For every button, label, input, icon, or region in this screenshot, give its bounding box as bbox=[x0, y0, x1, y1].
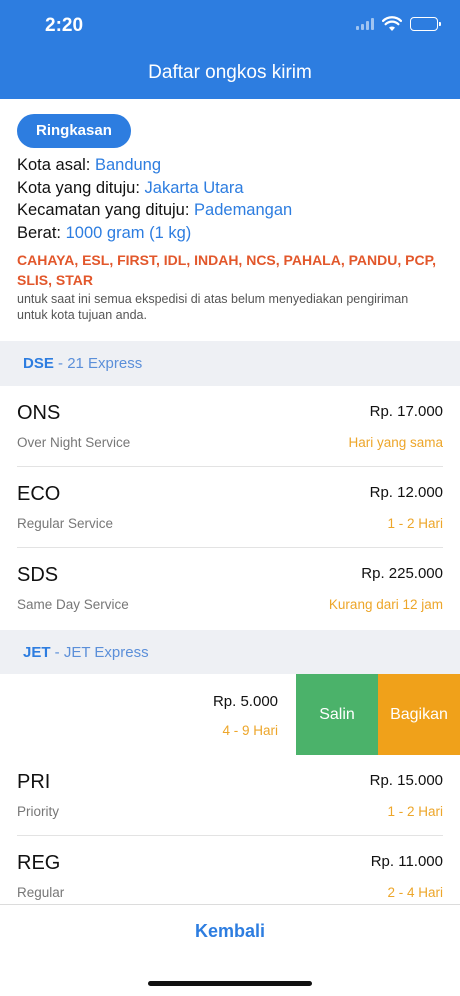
service-price: Rp. 11.000 bbox=[370, 853, 443, 870]
service-price: Rp. 15.000 bbox=[369, 772, 443, 789]
service-description: Regular Service bbox=[17, 516, 114, 531]
cellular-signal-icon bbox=[356, 18, 374, 30]
service-name: PRI bbox=[17, 771, 51, 793]
district-line: Kecamatan yang dituju: Pademangan bbox=[17, 199, 443, 222]
share-button[interactable]: Bagikan bbox=[378, 674, 460, 755]
section-code: DSE bbox=[23, 355, 54, 372]
service-description: Regular bbox=[17, 885, 65, 900]
destination-label: Kota yang dituju: bbox=[17, 178, 145, 197]
service-name: ECO bbox=[17, 483, 61, 505]
service-row-sds[interactable]: SDS Same Day Service Rp. 225.000 Kurang … bbox=[0, 548, 460, 629]
district-label: Kecamatan yang dituju: bbox=[17, 201, 195, 219]
copy-button[interactable]: Salin bbox=[296, 674, 378, 755]
service-name: ONS bbox=[17, 402, 61, 424]
district-value: Pademangan bbox=[194, 201, 293, 219]
section-header-jet: JET - JET Express bbox=[0, 630, 460, 675]
service-row-ons[interactable]: ONS Over Night Service Rp. 17.000 Hari y… bbox=[0, 386, 460, 467]
service-row-pri[interactable]: PRI Priority Rp. 15.000 1 - 2 Hari bbox=[0, 755, 460, 836]
wifi-icon bbox=[382, 16, 402, 31]
weight-line: Berat: 1000 gram (1 kg) bbox=[17, 222, 443, 245]
status-icons bbox=[356, 16, 441, 32]
section-name: 21 Express bbox=[67, 355, 143, 372]
destination-value: Jakarta Utara bbox=[144, 178, 244, 197]
service-eta: Hari yang sama bbox=[348, 435, 443, 450]
section-separator: - bbox=[50, 644, 64, 661]
origin-value: Bandung bbox=[94, 156, 162, 174]
back-button[interactable]: Kembali bbox=[0, 921, 460, 942]
service-price: Rp. 12.000 bbox=[369, 484, 443, 501]
service-eta: 4 - 9 Hari bbox=[222, 723, 278, 738]
service-price: Rp. 225.000 bbox=[361, 565, 443, 582]
section-code: JET bbox=[23, 644, 51, 661]
service-name: REG bbox=[17, 852, 61, 874]
service-eta: 1 - 2 Hari bbox=[387, 804, 443, 819]
bottom-bar: Kembali bbox=[0, 904, 460, 996]
service-eta: Kurang dari 12 jam bbox=[328, 597, 443, 612]
unavailable-note: untuk saat ini semua ekspedisi di atas b… bbox=[17, 292, 409, 322]
service-eta: 1 - 2 Hari bbox=[387, 516, 443, 531]
origin-label: Kota asal: bbox=[17, 156, 95, 174]
service-price: Rp. 17.000 bbox=[369, 403, 443, 420]
shipping-summary: Ringkasan Kota asal: Bandung Kota yang d… bbox=[0, 99, 460, 323]
service-description: Priority bbox=[17, 804, 60, 819]
service-price: Rp. 5.000 bbox=[212, 693, 278, 710]
service-row-eco[interactable]: ECO Regular Service Rp. 12.000 1 - 2 Har… bbox=[0, 467, 460, 548]
status-time: 2:20 bbox=[45, 15, 84, 36]
service-eta: 2 - 4 Hari bbox=[387, 885, 443, 900]
service-description: Over Night Service bbox=[17, 435, 131, 450]
battery-icon bbox=[410, 17, 441, 31]
unavailable-couriers: CAHAYA, ESL, FIRST, IDL, INDAH, NCS, PAH… bbox=[17, 252, 437, 288]
section-separator: - bbox=[53, 355, 68, 372]
origin-line: Kota asal: Bandung bbox=[17, 154, 443, 177]
service-description: Same Day Service bbox=[17, 597, 129, 612]
service-name: SDS bbox=[17, 564, 59, 586]
app-header: 2:20 Daftar ongkos kirim bbox=[0, 0, 460, 99]
weight-value: 1000 gram (1 kg) bbox=[65, 223, 192, 242]
section-header-dse: DSE - 21 Express bbox=[0, 341, 460, 386]
service-row-swiped[interactable]: Rp. 5.000 4 - 9 Hari Salin Bagikan bbox=[0, 674, 460, 755]
page-title: Daftar ongkos kirim bbox=[148, 62, 312, 83]
home-indicator bbox=[148, 981, 312, 986]
destination-line: Kota yang dituju: Jakarta Utara bbox=[17, 177, 443, 200]
weight-label: Berat: bbox=[17, 223, 66, 242]
summary-button[interactable]: Ringkasan bbox=[17, 114, 131, 148]
section-name: JET Express bbox=[63, 644, 149, 661]
